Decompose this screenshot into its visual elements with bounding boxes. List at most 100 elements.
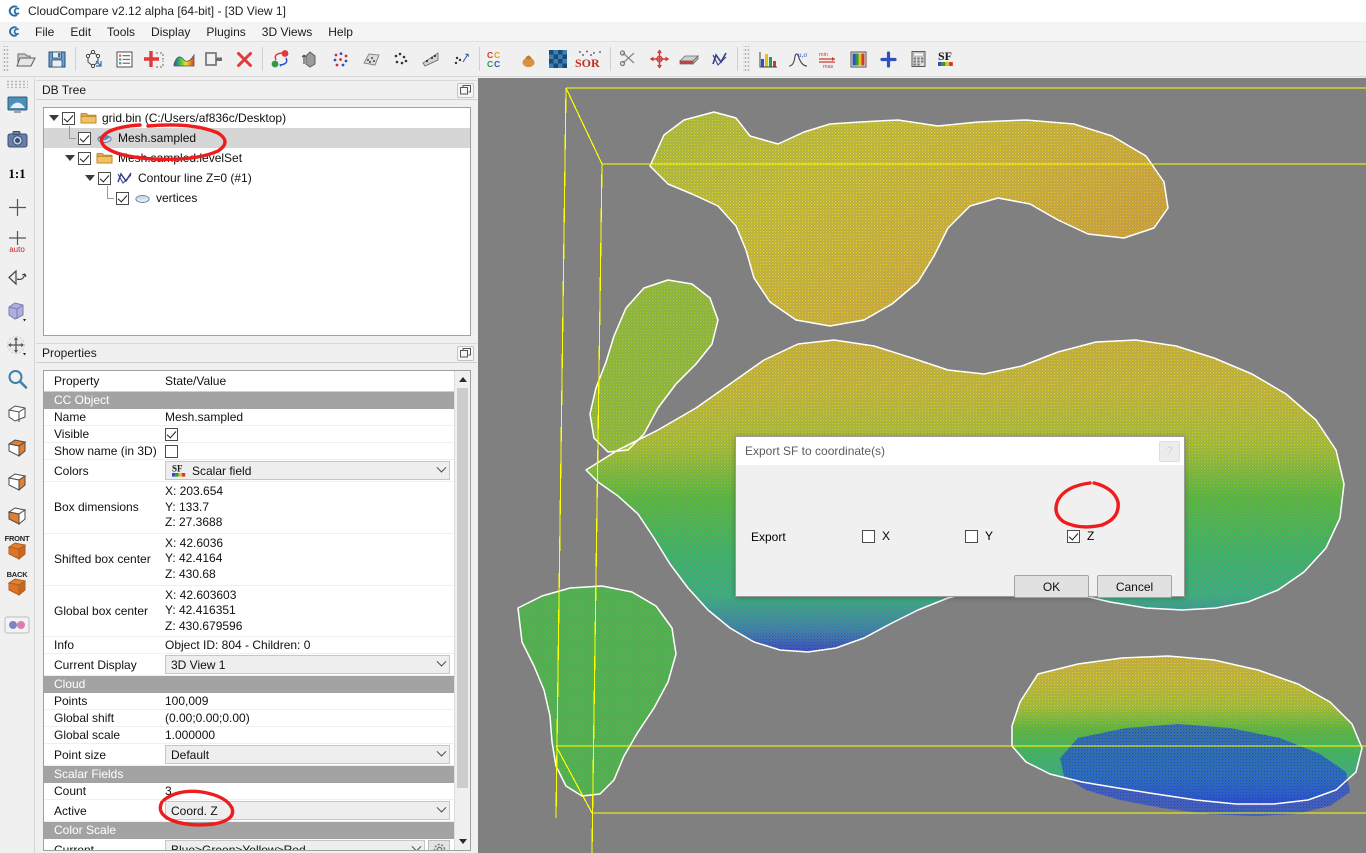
view-side-icon[interactable]: [1, 498, 33, 532]
cross-section-icon[interactable]: [139, 44, 169, 74]
scrollbar-track[interactable]: [455, 388, 471, 833]
properties-scrollbar[interactable]: [454, 371, 470, 850]
view-iso-icon[interactable]: [1, 396, 33, 430]
min-max-icon[interactable]: min max: [813, 44, 843, 74]
histogram-icon[interactable]: [753, 44, 783, 74]
view-top-icon[interactable]: [1, 430, 33, 464]
polyline-icon[interactable]: [704, 44, 734, 74]
clone-icon[interactable]: [266, 44, 296, 74]
tree-checkbox[interactable]: [116, 192, 129, 205]
color-scale-editor-button[interactable]: [428, 840, 450, 850]
toolbar-grip[interactable]: [2, 46, 9, 72]
expand-arrow-icon[interactable]: [62, 150, 78, 166]
delete-x-icon[interactable]: [229, 44, 259, 74]
open-folder-icon[interactable]: [12, 44, 42, 74]
undock-icon[interactable]: [457, 83, 474, 98]
prop-current-display-combo[interactable]: 3D View 1: [165, 655, 450, 674]
checkerboard-icon[interactable]: [543, 44, 573, 74]
tree-checkbox[interactable]: [78, 152, 91, 165]
chevron-down-icon[interactable]: [435, 805, 447, 817]
global-shift-icon[interactable]: [79, 44, 109, 74]
prop-point-size-combo[interactable]: Default: [165, 745, 450, 764]
tree-node-vertices[interactable]: vertices: [44, 188, 470, 208]
left-toolbar-grip[interactable]: [6, 80, 28, 88]
pivot-center-icon[interactable]: [1, 190, 33, 224]
subsample-icon[interactable]: [356, 44, 386, 74]
translate-object-icon[interactable]: [1, 328, 33, 362]
menu-help[interactable]: Help: [320, 23, 361, 41]
sor-filter-icon[interactable]: SOR: [573, 44, 607, 74]
export-z-checkbox-box[interactable]: [1067, 530, 1080, 543]
menu-file[interactable]: File: [27, 23, 62, 41]
menu-edit[interactable]: Edit: [62, 23, 99, 41]
scroll-up-icon[interactable]: [455, 371, 471, 388]
scroll-down-icon[interactable]: [455, 833, 471, 850]
tree-node-contour-line[interactable]: Contour line Z=0 (#1): [44, 168, 470, 188]
ok-button[interactable]: OK: [1014, 575, 1089, 598]
point-picking-icon[interactable]: [326, 44, 356, 74]
toolbar-grip-2[interactable]: [743, 46, 750, 72]
compute-normals-icon[interactable]: [446, 44, 476, 74]
object-cube-icon[interactable]: [1, 294, 33, 328]
save-icon[interactable]: [42, 44, 72, 74]
menu-plugins[interactable]: Plugins: [198, 23, 253, 41]
fit-plane-icon[interactable]: [416, 44, 446, 74]
merge-icon[interactable]: [296, 44, 326, 74]
plus-icon[interactable]: [873, 44, 903, 74]
chevron-down-icon[interactable]: [435, 749, 447, 761]
export-y-checkbox[interactable]: Y: [965, 529, 993, 543]
pivot-auto-icon[interactable]: auto: [1, 224, 33, 260]
color-dialog-icon[interactable]: [843, 44, 873, 74]
properties-list-icon[interactable]: [109, 44, 139, 74]
expand-arrow-icon[interactable]: [82, 170, 98, 186]
tree-node-grid-bin[interactable]: grid.bin (C:/Users/af836c/Desktop): [44, 108, 470, 128]
scissors-icon[interactable]: [614, 44, 644, 74]
prop-show-name-checkbox[interactable]: [165, 445, 178, 458]
display-settings-icon[interactable]: [1, 88, 33, 122]
tree-node-mesh-sampled[interactable]: Mesh.sampled: [44, 128, 470, 148]
bundler-icon[interactable]: [513, 44, 543, 74]
export-x-checkbox-box[interactable]: [862, 530, 875, 543]
translate-rotate-icon[interactable]: [644, 44, 674, 74]
prop-sf-active-combo[interactable]: Coord. Z: [165, 801, 450, 820]
zoom-1-1-icon[interactable]: 1:1: [1, 156, 33, 190]
export-x-checkbox[interactable]: X: [862, 529, 890, 543]
view-front-icon[interactable]: FRONT: [1, 532, 33, 568]
tree-checkbox[interactable]: [78, 132, 91, 145]
prop-colors-combo[interactable]: SF Scalar field: [165, 461, 450, 480]
camera-snapshot-icon[interactable]: [1, 122, 33, 156]
export-sf-dialog[interactable]: Export SF to coordinate(s) ? Export X Y …: [735, 436, 1185, 597]
stereo-icon[interactable]: [1, 608, 33, 642]
tree-checkbox[interactable]: [62, 112, 75, 125]
view-back-icon[interactable]: BACK: [1, 568, 33, 604]
color-ramp-icon[interactable]: [169, 44, 199, 74]
rotate-view-icon[interactable]: [1, 260, 33, 294]
registration-icon[interactable]: [386, 44, 416, 74]
stat-test-icon[interactable]: μ,σ: [783, 44, 813, 74]
menu-tools[interactable]: Tools: [99, 23, 143, 41]
box-slice-icon[interactable]: [674, 44, 704, 74]
export-z-checkbox[interactable]: Z: [1067, 529, 1094, 543]
help-icon[interactable]: ?: [1159, 441, 1180, 462]
menu-3d-views[interactable]: 3D Views: [254, 23, 320, 41]
prop-visible-checkbox[interactable]: [165, 428, 178, 441]
prop-color-scale-combo[interactable]: Blue>Green>Yellow>Red: [165, 840, 425, 850]
sf-icon[interactable]: SF: [933, 44, 963, 74]
segment-arrow-icon[interactable]: [199, 44, 229, 74]
expand-arrow-icon[interactable]: [46, 110, 62, 126]
cancel-button[interactable]: Cancel: [1097, 575, 1172, 598]
view-bottom-icon[interactable]: [1, 464, 33, 498]
scrollbar-thumb[interactable]: [457, 388, 468, 788]
tree-checkbox[interactable]: [98, 172, 111, 185]
undock-icon[interactable]: [457, 346, 474, 361]
calculator-icon[interactable]: [903, 44, 933, 74]
menu-display[interactable]: Display: [143, 23, 198, 41]
chevron-down-icon[interactable]: [435, 465, 447, 477]
db-tree-list[interactable]: grid.bin (C:/Users/af836c/Desktop) Mesh.…: [43, 107, 471, 336]
export-y-checkbox-box[interactable]: [965, 530, 978, 543]
tree-node-mesh-sampled-levelset[interactable]: Mesh.sampled.levelSet: [44, 148, 470, 168]
cc-cc-icon[interactable]: C C C C: [483, 44, 513, 74]
chevron-down-icon[interactable]: [410, 844, 422, 850]
zoom-lens-icon[interactable]: [1, 362, 33, 396]
chevron-down-icon[interactable]: [435, 659, 447, 671]
